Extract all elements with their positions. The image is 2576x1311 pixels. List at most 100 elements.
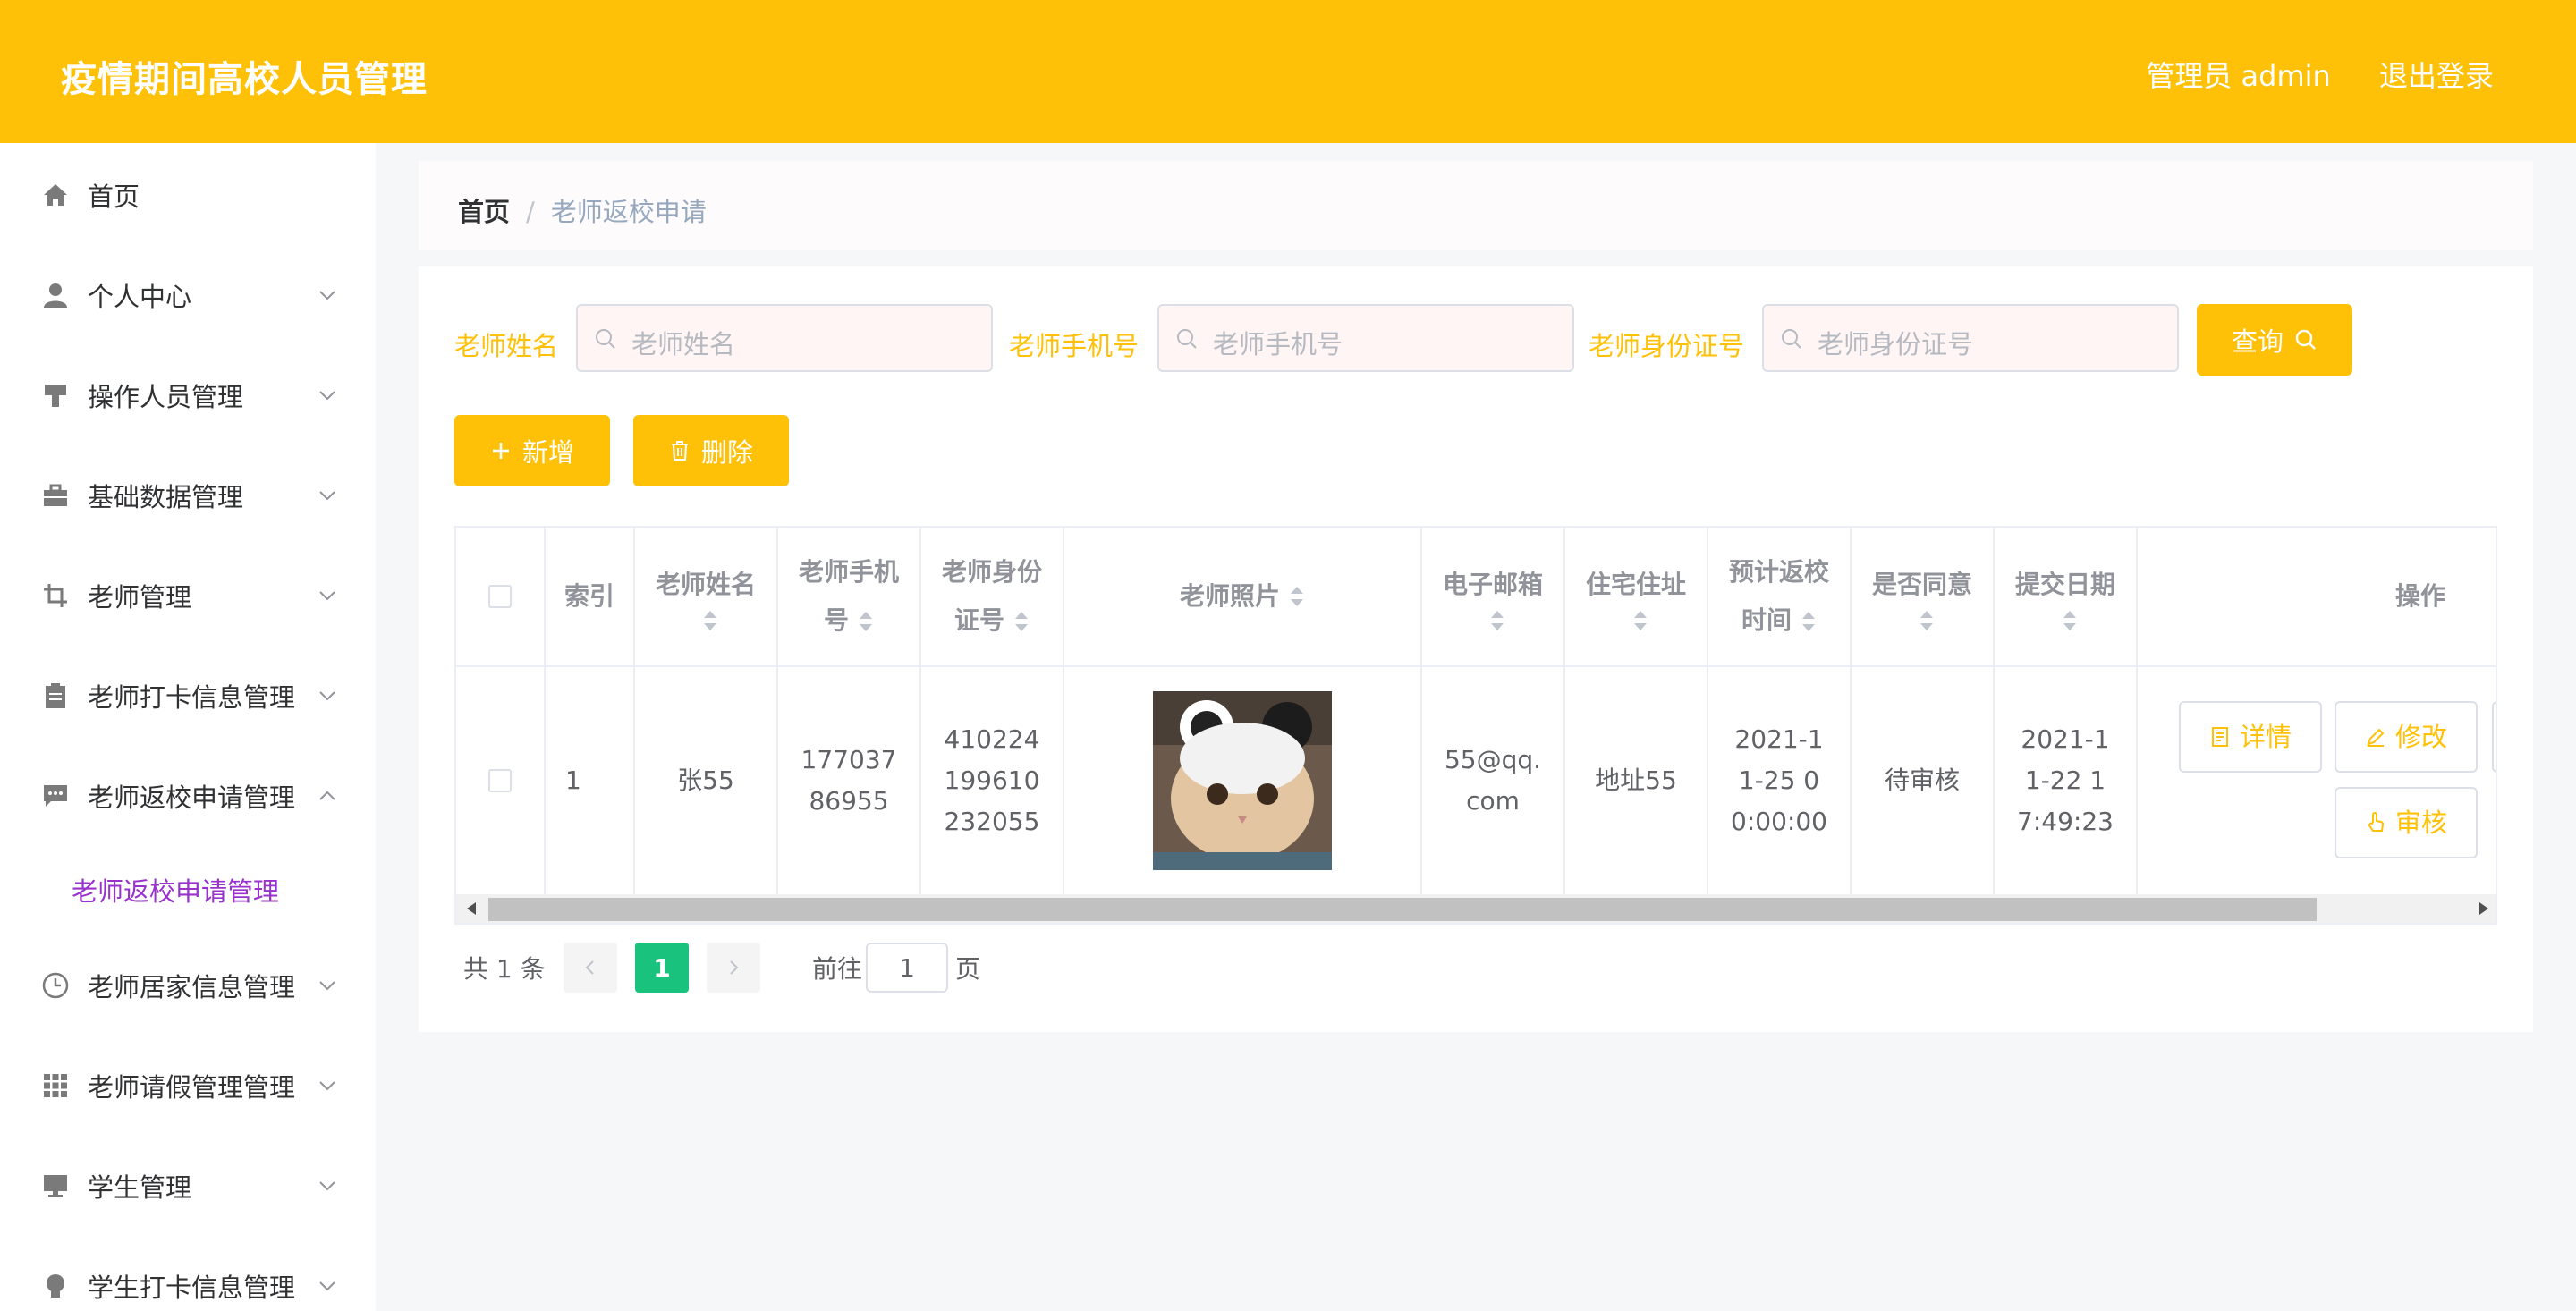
breadcrumb: 首页 / 老师返校申请 [419,161,2533,250]
column-header-address[interactable]: 住宅住址 [1565,528,1708,667]
sort-icon[interactable] [1801,610,1817,633]
logout-link[interactable]: 退出登录 [2379,59,2494,93]
prev-page-button[interactable] [564,943,617,993]
next-page-button[interactable] [707,943,760,993]
header-select-all[interactable] [456,528,546,667]
column-header-email[interactable]: 电子邮箱 [1422,528,1565,667]
column-header-idcard[interactable]: 老师身份证号 [921,528,1064,667]
cell-operations: 详情 修改 审核 [2138,667,2496,894]
goto-page-input[interactable]: 1 [866,943,948,993]
breadcrumb-separator: / [526,197,535,227]
sort-icon[interactable] [1013,610,1030,633]
sidebar-item-students[interactable]: 学生管理 [0,1150,376,1222]
cell-agree: 待审核 [1852,667,1995,894]
column-header-phone[interactable]: 老师手机号 [778,528,921,667]
search-icon [2295,329,2316,350]
column-header-operations: 操作 [2138,528,2496,667]
sidebar-item-label: 学生管理 [88,1172,192,1203]
select-all-checkbox[interactable] [488,585,512,608]
home-icon [41,181,70,209]
sidebar-item-label: 老师打卡信息管理 [88,682,296,713]
idcard-search-input[interactable]: 老师身份证号 [1762,304,2179,372]
sidebar-item-personal-center[interactable]: 个人中心 [0,259,376,331]
sort-icon[interactable] [1919,609,1935,632]
search-icon [1177,329,1197,349]
detail-button[interactable]: 详情 [2179,701,2322,773]
horizontal-scrollbar[interactable] [456,894,2496,923]
sidebar-item-teacher-checkin[interactable]: 老师打卡信息管理 [0,660,376,732]
chevron-down-icon [319,691,335,701]
sidebar-item-teachers[interactable]: 老师管理 [0,560,376,631]
sort-icon[interactable] [858,610,874,633]
chevron-left-icon [585,960,594,975]
sidebar-item-basic-data[interactable]: 基础数据管理 [0,460,376,531]
sort-icon[interactable] [2062,609,2078,632]
page-suffix-label: 页 [955,954,981,984]
sidebar-item-label: 首页 [88,182,140,212]
delete-button[interactable]: 删除 [633,415,789,486]
bulb-icon [41,1272,70,1300]
name-search-input[interactable]: 老师姓名 [576,304,993,372]
more-button[interactable] [2492,701,2496,773]
row-select[interactable] [456,667,546,894]
app-title: 疫情期间高校人员管理 [61,59,428,100]
teacher-photo[interactable] [1153,691,1332,870]
row-checkbox[interactable] [488,769,512,792]
query-button-label: 查询 [2231,326,2284,357]
column-header-submit-date[interactable]: 提交日期 [1995,528,2138,667]
sidebar-item-label: 个人中心 [88,282,192,312]
admin-label: 管理员 admin [2146,59,2331,93]
phone-search-placeholder: 老师手机号 [1213,329,1343,359]
sidebar-item-student-checkin[interactable]: 学生打卡信息管理 [0,1250,376,1311]
sidebar-item-label: 基础数据管理 [88,482,244,512]
sort-icon[interactable] [1289,585,1305,608]
sidebar-item-teacher-home[interactable]: 老师居家信息管理 [0,950,376,1021]
sidebar-item-teacher-return[interactable]: 老师返校申请管理 [0,760,376,832]
sort-icon[interactable] [1489,609,1505,632]
chevron-down-icon [319,491,335,501]
cell-name: 张55 [635,667,778,894]
cell-email: 55@qq.com [1422,667,1565,894]
sidebar-item-home[interactable]: 首页 [0,159,376,231]
column-header-photo[interactable]: 老师照片 [1064,528,1422,667]
pencil-icon [2367,728,2385,747]
clipboard-icon [41,681,70,710]
grid-icon [41,1071,70,1100]
cell-idcard: 410224199610232055 [921,667,1064,894]
breadcrumb-current: 老师返校申请 [550,197,707,227]
submenu-item-teacher-return[interactable]: 老师返校申请管理 [0,854,376,926]
top-header: 疫情期间高校人员管理 管理员 admin 退出登录 [0,0,2576,143]
scroll-left-arrow-icon[interactable] [465,901,478,916]
column-header-name[interactable]: 老师姓名 [635,528,778,667]
data-table: 索引 老师姓名 老师手机号 老师身份证号 老师照片 电子邮箱 住宅住址 预计返校… [454,526,2497,925]
header-user-area: 管理员 admin 退出登录 [2106,54,2494,95]
column-header-agree[interactable]: 是否同意 [1852,528,1995,667]
sidebar-item-label: 老师返校申请管理 [88,782,296,813]
sidebar-item-operators[interactable]: 操作人员管理 [0,359,376,431]
sort-icon[interactable] [702,609,718,632]
scroll-thumb[interactable] [488,898,2317,921]
add-button[interactable]: 新增 [454,415,610,486]
review-button-label: 审核 [2394,808,2447,838]
edit-button-label: 修改 [2394,722,2447,752]
clock-icon [41,971,70,1000]
chat-icon [41,782,70,810]
cell-photo [1064,667,1422,894]
monitor-icon [41,1171,70,1200]
phone-search-label: 老师手机号 [1009,331,1140,361]
briefcase-icon [41,481,70,510]
query-button[interactable]: 查询 [2197,304,2352,376]
sort-icon[interactable] [1632,609,1648,632]
scroll-right-arrow-icon[interactable] [2478,901,2490,916]
sidebar-item-label: 老师居家信息管理 [88,972,296,1002]
sidebar: 首页 个人中心 操作人员管理 基础数据管理 老师管理 老师打卡信息管理 老师返校… [0,143,376,1311]
page-number-1[interactable]: 1 [635,943,689,993]
chevron-down-icon [319,391,335,401]
column-header-return-time[interactable]: 预计返校时间 [1708,528,1852,667]
breadcrumb-home[interactable]: 首页 [458,197,510,227]
sidebar-item-teacher-leave[interactable]: 老师请假管理管理 [0,1050,376,1121]
phone-search-input[interactable]: 老师手机号 [1157,304,1574,372]
edit-button[interactable]: 修改 [2334,701,2478,773]
review-button[interactable]: 审核 [2334,787,2478,858]
column-header-index: 索引 [546,528,635,667]
